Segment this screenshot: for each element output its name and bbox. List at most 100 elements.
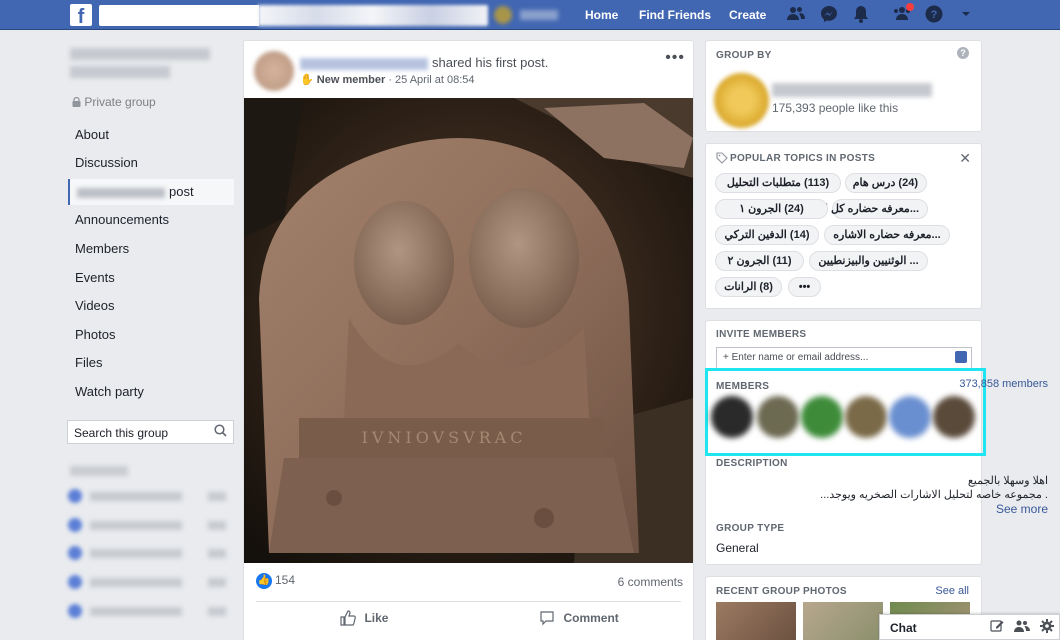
shortcut-item-redacted[interactable] — [68, 487, 230, 507]
topic-chip[interactable]: (24) الجرون ١ — [715, 199, 828, 219]
author-name-redacted[interactable] — [300, 57, 428, 70]
description-title: DESCRIPTION — [716, 458, 788, 469]
page-logo[interactable] — [714, 73, 769, 128]
topic-chip[interactable]: (8) الرانات — [715, 277, 782, 297]
group-search-input[interactable]: Search this group — [67, 420, 234, 444]
post-header: shared his first post. — [300, 55, 548, 70]
avatar[interactable] — [889, 396, 931, 438]
like-reaction-icon: 👍 — [256, 573, 272, 589]
avatar[interactable] — [711, 396, 753, 438]
tag-icon — [716, 152, 728, 167]
invite-placeholder: + Enter name or email address... — [723, 352, 869, 363]
more-options-icon[interactable]: ••• — [665, 49, 685, 67]
chat-bar[interactable]: Chat — [879, 614, 1060, 640]
avatar[interactable] — [757, 396, 799, 438]
sidebar-item-announcements[interactable]: Announcements — [68, 207, 234, 233]
help-icon[interactable]: ? — [957, 47, 969, 59]
see-all-link[interactable]: See all — [935, 585, 969, 597]
notification-badge-icon — [906, 3, 914, 11]
sidebar-item-members[interactable]: Members — [68, 236, 234, 262]
post-meta: ✋ New member · 25 April at 08:54 — [300, 73, 475, 86]
page-name-redacted[interactable] — [772, 83, 932, 97]
sidebar-item-about[interactable]: About — [68, 122, 234, 148]
topic-chip[interactable]: (11) الجرون ٢ — [715, 251, 804, 271]
notifications-icon[interactable] — [851, 5, 871, 25]
card-title: GROUP BY — [716, 50, 772, 61]
avatar[interactable] — [801, 396, 843, 438]
shortcut-item-redacted[interactable] — [68, 573, 230, 593]
sidebar-item-photos[interactable]: Photos — [68, 322, 234, 348]
address-book-icon[interactable] — [955, 351, 967, 363]
close-icon[interactable]: ✕ — [959, 150, 971, 167]
members-count[interactable]: 373,858 members — [959, 378, 1048, 390]
svg-text:?: ? — [931, 9, 938, 21]
group-icon — [68, 489, 82, 503]
profile-link-redacted[interactable] — [494, 6, 564, 24]
group-icon — [68, 546, 82, 560]
sidebar-item-label: post — [169, 184, 194, 199]
topic-chip[interactable]: (113) متطلبات التحليل — [715, 173, 841, 193]
avatar[interactable] — [254, 51, 294, 91]
like-label: Like — [364, 611, 389, 626]
description-line: اهلا وسهلا بالجميع — [967, 475, 1048, 487]
group-type-title: GROUP TYPE — [716, 523, 785, 534]
group-search-placeholder: Search this group — [74, 426, 169, 440]
sidebar-item-redacted — [77, 187, 165, 198]
settings-gear-icon[interactable] — [1040, 619, 1054, 636]
shortcut-item-redacted[interactable] — [68, 544, 230, 564]
sidebar-item-discussion[interactable]: Discussion — [68, 150, 234, 176]
comment-button[interactable]: Comment — [539, 610, 619, 628]
topic-chip[interactable]: (14) الدفين التركي — [715, 225, 819, 245]
group-chat-icon[interactable] — [1014, 619, 1030, 636]
photo-thumbnail[interactable] — [803, 602, 883, 640]
popular-topics-card: POPULAR TOPICS IN POSTS ✕ (24) درس هام (… — [705, 143, 982, 309]
reaction-count: 154 — [275, 573, 296, 588]
members-title: MEMBERS — [716, 381, 770, 392]
search-icon[interactable] — [214, 424, 227, 440]
group-icon — [68, 518, 82, 532]
new-member-badge: New member — [316, 74, 386, 86]
topic-chip[interactable]: ...معرفه حضاره كل اشاره — [801, 199, 928, 219]
nav-create[interactable]: Create — [729, 8, 766, 22]
profile-name-redacted — [520, 10, 558, 20]
compose-icon[interactable] — [990, 619, 1004, 636]
like-button[interactable]: Like — [340, 610, 388, 628]
topic-chip[interactable]: ...معرفه حضاره الاشاره — [824, 225, 950, 245]
post-photo[interactable]: IVNIOVSVRAC — [244, 98, 693, 563]
avatar[interactable] — [845, 396, 887, 438]
comments-count[interactable]: 6 comments — [618, 575, 683, 589]
shortcut-item-redacted[interactable] — [68, 516, 230, 536]
nav-find-friends[interactable]: Find Friends — [639, 8, 711, 22]
topic-chip[interactable]: ... الوثنيين والبيزنطيين — [809, 251, 928, 271]
avatar[interactable] — [933, 396, 975, 438]
comment-label: Comment — [563, 611, 619, 626]
shortcut-item-redacted[interactable] — [68, 602, 230, 622]
help-icon[interactable]: ? — [924, 5, 944, 25]
sidebar-item-watch-party[interactable]: Watch party — [68, 379, 234, 405]
sidebar-item-files[interactable]: Files — [68, 350, 234, 376]
group-icon — [68, 575, 82, 589]
avatar — [494, 6, 512, 24]
see-more-link[interactable]: See more — [996, 502, 1048, 516]
reaction-summary[interactable]: 👍 154 — [256, 573, 295, 589]
sidebar-item-videos[interactable]: Videos — [68, 293, 234, 319]
group-icon — [68, 604, 82, 618]
dropdown-chevron-icon[interactable] — [956, 5, 976, 25]
topic-chip[interactable]: (24) درس هام — [845, 173, 927, 193]
photo-thumbnail[interactable] — [716, 602, 796, 640]
more-topics-button[interactable]: ••• — [788, 277, 821, 297]
sidebar-item-post[interactable]: post — [68, 179, 234, 205]
invite-members-input[interactable]: + Enter name or email address... — [716, 347, 972, 369]
facebook-logo-icon[interactable]: f — [70, 4, 92, 26]
nav-home[interactable]: Home — [585, 8, 618, 22]
card-title: RECENT GROUP PHOTOS — [716, 586, 847, 597]
messenger-icon[interactable] — [819, 5, 839, 25]
friends-icon[interactable] — [786, 5, 806, 25]
group-name-redacted[interactable] — [70, 48, 210, 86]
post-timestamp[interactable]: · 25 April at 08:54 — [388, 74, 474, 86]
privacy-label: Private group — [72, 95, 156, 109]
search-input[interactable] — [99, 5, 259, 26]
group-by-card: GROUP BY ? 175,393 people like this — [705, 40, 982, 132]
description-line: . مجموعه خاصه لتحليل الاشارات الصخريه وي… — [820, 489, 1048, 501]
sidebar-item-events[interactable]: Events — [68, 265, 234, 291]
